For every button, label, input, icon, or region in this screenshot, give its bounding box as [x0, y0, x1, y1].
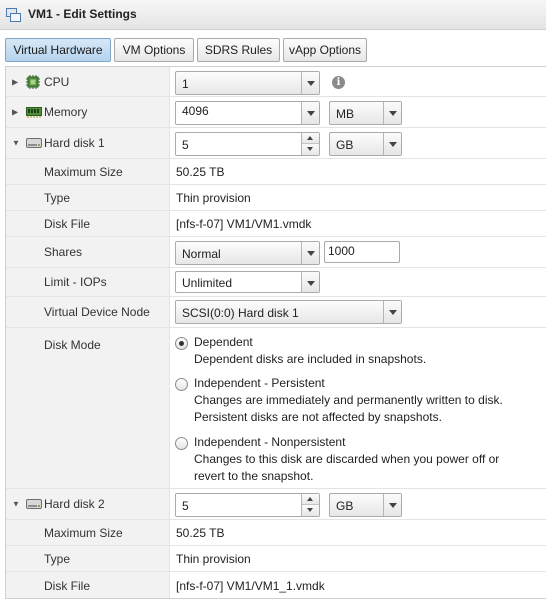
tab-vm-options[interactable]: VM Options [114, 38, 194, 62]
cpu-row: ▶ CPU 1 i [6, 67, 546, 97]
limit-iops-value: Unlimited [182, 276, 233, 290]
cpu-select[interactable]: 1 [175, 71, 320, 95]
chevron-down-icon[interactable] [301, 272, 319, 292]
disk-mode-persistent-desc-1: Changes are immediately and permanently … [194, 393, 503, 407]
chevron-down-icon[interactable] [383, 102, 401, 124]
shares-select[interactable]: Normal [175, 241, 320, 265]
chevron-down-icon[interactable] [383, 301, 401, 323]
chevron-down-icon[interactable] [301, 72, 319, 94]
type-label: Type [44, 551, 71, 566]
type-row: Type Thin provision [6, 185, 546, 211]
size-stepper[interactable] [301, 133, 319, 155]
disk-mode-dependent-label[interactable]: Dependent [194, 334, 253, 351]
memory-unit-select[interactable]: MB [329, 101, 402, 125]
virtual-device-node-select[interactable]: SCSI(0:0) Hard disk 1 [175, 300, 402, 324]
max-size-row: Maximum Size 50.25 TB [6, 159, 546, 185]
disk-file-label: Disk File [44, 216, 91, 231]
max-size-label: Maximum Size [44, 164, 123, 179]
title-bar: VM1 - Edit Settings [0, 0, 546, 30]
disk-mode-nonpersistent-radio[interactable] [175, 437, 188, 450]
shares-number: 1000 [328, 244, 355, 258]
memory-label: Memory [44, 105, 88, 119]
memory-input[interactable]: 4096 [175, 101, 320, 125]
max-size-label: Maximum Size [44, 525, 123, 540]
disk-file-value: [nfs-f-07] VM1/VM1_1.vmdk [176, 579, 325, 593]
collapse-arrow-icon[interactable]: ▼ [12, 500, 20, 509]
cpu-icon [26, 74, 40, 89]
disk-mode-nonpersistent-desc-1: Changes to this disk are discarded when … [194, 452, 500, 466]
stepper-up-icon[interactable] [302, 494, 319, 505]
hard-disk-icon [26, 499, 42, 509]
hard-disk-2-unit-select[interactable]: GB [329, 493, 402, 517]
hard-disk-1-unit-select[interactable]: GB [329, 132, 402, 156]
type-label: Type [44, 190, 71, 205]
hard-disk-2-label: Hard disk 2 [44, 497, 105, 511]
shares-label: Shares [44, 245, 83, 259]
hard-disk-1-size: 5 [182, 138, 189, 152]
max-size-value: 50.25 TB [176, 164, 225, 179]
hard-disk-1-row: ▼ Hard disk 1 5 GB [6, 128, 546, 159]
stepper-down-icon[interactable] [302, 505, 319, 516]
info-icon[interactable]: i [332, 76, 345, 89]
hard-disk-2-row: ▼ Hard disk 2 5 GB [6, 489, 546, 520]
disk-file-row-2: Disk File [nfs-f-07] VM1/VM1_1.vmdk [6, 572, 546, 598]
chevron-down-icon[interactable] [383, 133, 401, 155]
shares-row: Shares Normal 1000 [6, 237, 546, 268]
hard-disk-1-label: Hard disk 1 [44, 136, 105, 150]
hard-disk-icon [26, 138, 42, 148]
memory-row: ▶ Memory 4096 MB [6, 97, 546, 128]
disk-mode-row: Disk Mode Dependent Dependent disks are … [6, 328, 546, 489]
disk-mode-nonpersistent-desc-2: revert to the snapshot. [194, 469, 314, 483]
virtual-hardware-panel: ▶ CPU 1 i ▶ Memory 4096 MB ▼ Hard disk 1… [5, 66, 546, 599]
cpu-value: 1 [182, 77, 189, 91]
disk-mode-dependent-radio[interactable] [175, 337, 188, 350]
chevron-down-icon[interactable] [383, 494, 401, 516]
disk-mode-nonpersistent-label[interactable]: Independent - Nonpersistent [194, 434, 345, 451]
memory-value: 4096 [182, 104, 209, 118]
window-title: VM1 - Edit Settings [28, 7, 137, 21]
type-value: Thin provision [176, 551, 251, 566]
cpu-label: CPU [44, 74, 70, 89]
size-stepper[interactable] [301, 494, 319, 516]
type-value: Thin provision [176, 190, 251, 205]
limit-iops-row: Limit - IOPs Unlimited [6, 268, 546, 297]
virtual-device-node-row: Virtual Device Node SCSI(0:0) Hard disk … [6, 297, 546, 328]
vm-icon [6, 8, 21, 22]
hard-disk-1-size-input[interactable]: 5 [175, 132, 320, 156]
disk-file-label: Disk File [44, 579, 91, 593]
disk-mode-persistent-label[interactable]: Independent - Persistent [194, 375, 325, 392]
disk-file-value: [nfs-f-07] VM1/VM1.vmdk [176, 216, 312, 231]
limit-iops-input[interactable]: Unlimited [175, 271, 320, 293]
hard-disk-2-unit: GB [336, 499, 354, 513]
expand-arrow-icon[interactable]: ▶ [12, 108, 18, 117]
max-size-row-2: Maximum Size 50.25 TB [6, 520, 546, 546]
shares-value: Normal [182, 247, 221, 261]
type-row-2: Type Thin provision [6, 546, 546, 572]
chevron-down-icon[interactable] [301, 242, 319, 264]
tab-vapp-options[interactable]: vApp Options [283, 38, 367, 62]
expand-arrow-icon[interactable]: ▶ [12, 77, 18, 86]
memory-unit: MB [336, 107, 354, 121]
stepper-down-icon[interactable] [302, 144, 319, 155]
shares-number-input[interactable]: 1000 [324, 241, 400, 263]
tab-virtual-hardware[interactable]: Virtual Hardware [5, 38, 111, 62]
hard-disk-2-size: 5 [182, 499, 189, 513]
hard-disk-1-unit: GB [336, 138, 354, 152]
stepper-up-icon[interactable] [302, 133, 319, 144]
hard-disk-2-size-input[interactable]: 5 [175, 493, 320, 517]
limit-iops-label: Limit - IOPs [44, 275, 107, 289]
disk-mode-persistent-radio[interactable] [175, 378, 188, 391]
memory-icon [26, 107, 42, 118]
chevron-down-icon[interactable] [301, 102, 319, 124]
virtual-device-node-label: Virtual Device Node [44, 305, 150, 319]
virtual-device-node-value: SCSI(0:0) Hard disk 1 [182, 306, 299, 320]
collapse-arrow-icon[interactable]: ▼ [12, 139, 20, 148]
disk-mode-label: Disk Mode [44, 338, 101, 352]
disk-file-row: Disk File [nfs-f-07] VM1/VM1.vmdk [6, 211, 546, 237]
disk-mode-persistent-desc-2: Persistent disks are not affected by sna… [194, 410, 442, 424]
disk-mode-dependent-desc: Dependent disks are included in snapshot… [194, 352, 427, 366]
tab-sdrs-rules[interactable]: SDRS Rules [197, 38, 280, 62]
max-size-value: 50.25 TB [176, 525, 225, 540]
